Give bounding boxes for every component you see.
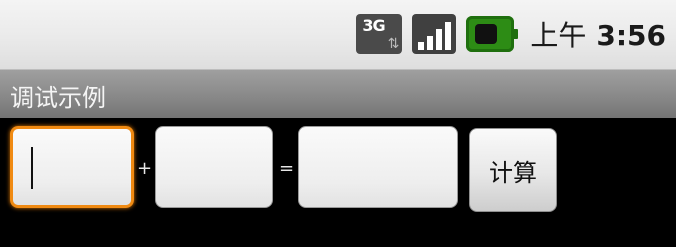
signal-bar-2: [427, 36, 434, 50]
app-title: 调试示例: [10, 84, 106, 112]
equals-sign: =: [279, 158, 295, 179]
signal-bar-4: [445, 22, 452, 50]
operand2-input[interactable]: [155, 126, 273, 208]
signal-bar-3: [436, 29, 443, 50]
status-clock: 上午 3:56: [530, 14, 666, 54]
status-bar: 3G ⇅ 上午 3:56: [0, 0, 676, 70]
3g-network-icon: 3G ⇅: [356, 14, 403, 54]
battery-cap: [513, 29, 519, 39]
calculate-button-label: 计算: [489, 158, 537, 187]
data-activity-arrows: ⇅: [387, 36, 400, 52]
calculator-form: + = 计算: [0, 118, 676, 247]
plus-sign: +: [137, 158, 153, 179]
clock-time: 3:56: [596, 19, 666, 52]
signal-bar-1: [418, 42, 425, 50]
calculate-button[interactable]: 计算: [469, 128, 557, 212]
battery-bolt-icon: [475, 24, 498, 44]
title-bar: 调试示例: [0, 70, 676, 118]
network-type-label: 3G: [362, 16, 385, 35]
text-cursor: [31, 147, 33, 189]
status-indicators: 3G ⇅ 上午 3:56: [356, 14, 666, 54]
operand1-input[interactable]: [10, 126, 134, 208]
signal-strength-icon: [412, 14, 457, 54]
battery-charging-icon: [466, 16, 519, 52]
clock-ampm: 上午: [530, 19, 587, 52]
result-input[interactable]: [298, 126, 458, 208]
